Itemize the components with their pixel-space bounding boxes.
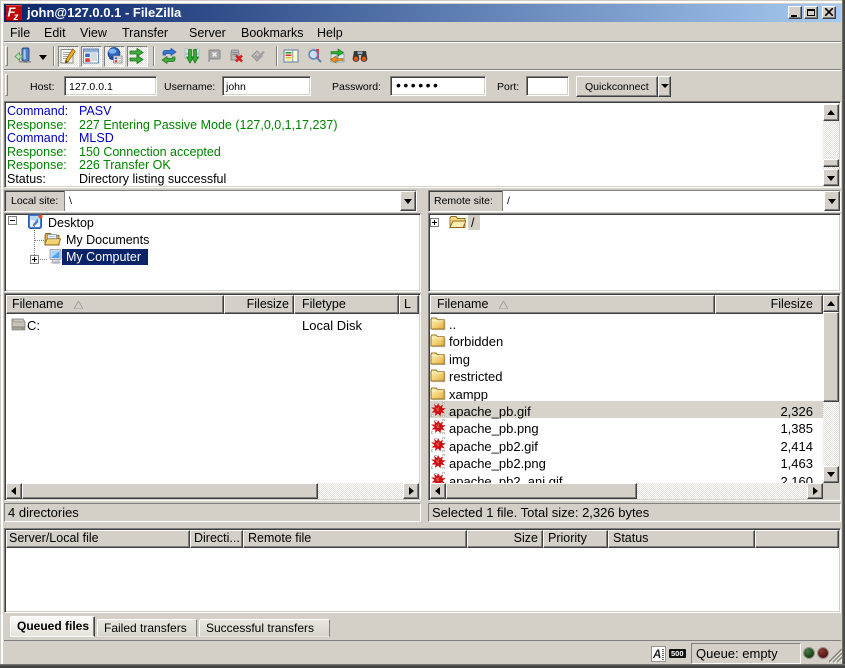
svg-text:z: z (13, 12, 19, 21)
